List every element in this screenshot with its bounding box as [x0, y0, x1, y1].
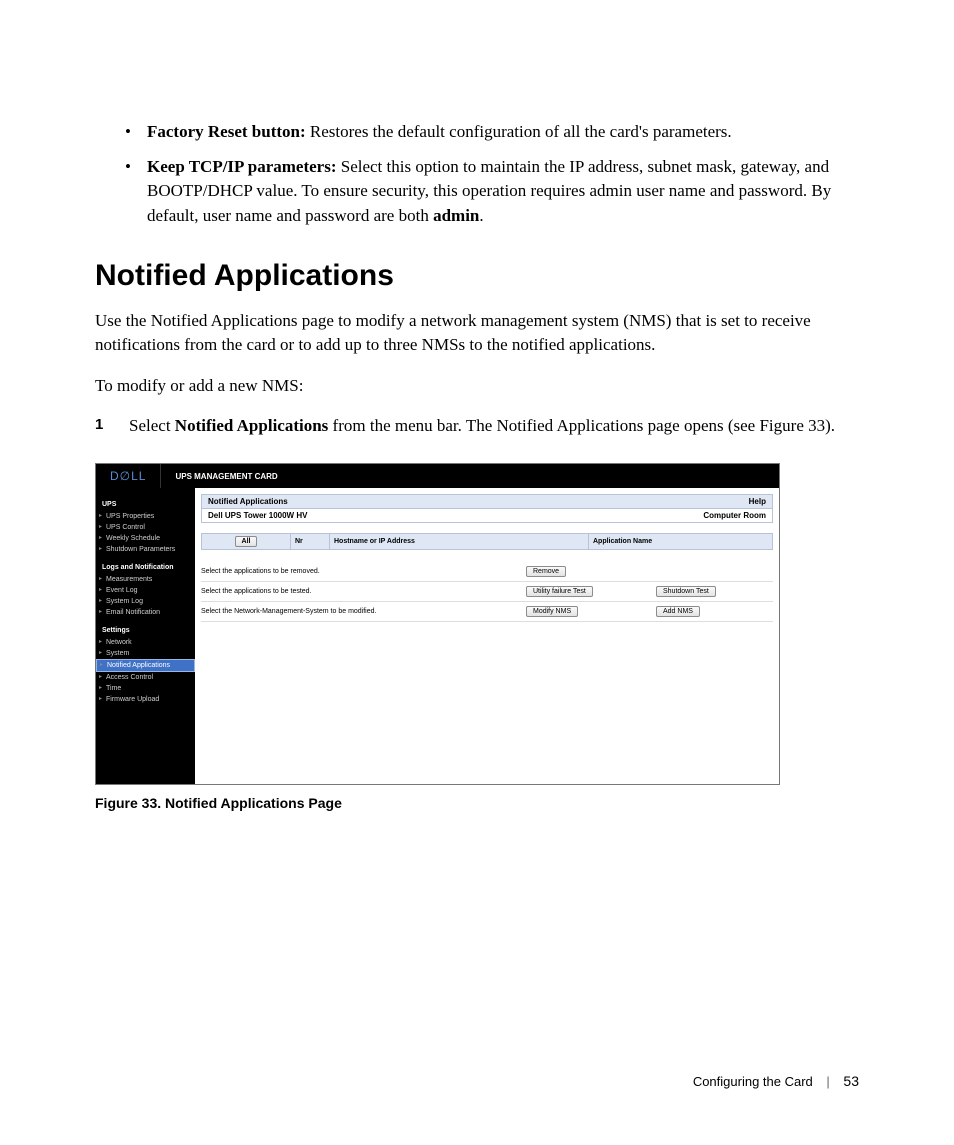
footer-chapter: Configuring the Card	[693, 1074, 813, 1089]
col-app-name: Application Name	[589, 534, 773, 550]
footer-separator: |	[826, 1074, 829, 1089]
sidebar-item-notified-applications[interactable]: Notified Applications	[96, 659, 195, 672]
page-footer: Configuring the Card | 53	[693, 1073, 859, 1089]
action-label: Select the applications to be removed.	[201, 568, 526, 575]
sidebar-item-time[interactable]: Time	[96, 683, 195, 694]
applications-table: All Nr Hostname or IP Address Applicatio…	[201, 533, 773, 550]
bullet-tail-bold: admin	[433, 206, 479, 225]
section-heading: Notified Applications	[95, 259, 859, 293]
step-number: 1	[95, 414, 129, 439]
sidebar-item-firmware-upload[interactable]: Firmware Upload	[96, 694, 195, 705]
action-row-test: Select the applications to be tested. Ut…	[201, 582, 773, 602]
panel-header: Notified Applications Help	[201, 494, 773, 509]
panel-subheader: Dell UPS Tower 1000W HV Computer Room	[201, 509, 773, 523]
help-link[interactable]: Help	[749, 497, 766, 506]
shutdown-test-button[interactable]: Shutdown Test	[656, 586, 716, 597]
figure-caption: Figure 33. Notified Applications Page	[95, 795, 859, 811]
sidebar-item-system-log[interactable]: System Log	[96, 596, 195, 607]
bullet-tail: .	[479, 206, 483, 225]
footer-page-number: 53	[843, 1073, 859, 1089]
modify-nms-button[interactable]: Modify NMS	[526, 606, 578, 617]
bullet-factory-reset: Factory Reset button: Restores the defau…	[125, 120, 859, 145]
sidebar-item-ups-properties[interactable]: UPS Properties	[96, 511, 195, 522]
sidebar-item-email-notification[interactable]: Email Notification	[96, 607, 195, 618]
sidebar-item-ups-control[interactable]: UPS Control	[96, 522, 195, 533]
sidebar-item-system[interactable]: System	[96, 648, 195, 659]
panel-title: Notified Applications	[208, 497, 288, 506]
action-label: Select the applications to be tested.	[201, 588, 526, 595]
dell-logo: D∅LL	[96, 464, 161, 488]
step-1: 1 Select Notified Applications from the …	[95, 414, 859, 439]
col-nr: Nr	[291, 534, 330, 550]
col-all: All	[202, 534, 291, 550]
sidebar-group-ups: UPS	[96, 498, 195, 511]
screenshot-notified-applications: D∅LL UPS MANAGEMENT CARD UPS UPS Propert…	[95, 463, 780, 785]
action-row-nms: Select the Network-Management-System to …	[201, 602, 773, 622]
intro-paragraph: Use the Notified Applications page to mo…	[95, 309, 859, 358]
app-top-bar: D∅LL UPS MANAGEMENT CARD	[96, 464, 779, 488]
content-panel: Notified Applications Help Dell UPS Towe…	[195, 488, 779, 784]
lead-paragraph: To modify or add a new NMS:	[95, 374, 859, 399]
all-button[interactable]: All	[235, 536, 258, 547]
sidebar-group-logs: Logs and Notification	[96, 561, 195, 574]
device-location: Computer Room	[703, 511, 766, 520]
col-hostname: Hostname or IP Address	[330, 534, 589, 550]
remove-button[interactable]: Remove	[526, 566, 566, 577]
bullet-text: Restores the default configuration of al…	[306, 122, 732, 141]
sidebar-item-event-log[interactable]: Event Log	[96, 585, 195, 596]
utility-failure-test-button[interactable]: Utility failure Test	[526, 586, 593, 597]
action-label: Select the Network-Management-System to …	[201, 608, 526, 615]
sidebar-item-network[interactable]: Network	[96, 637, 195, 648]
bullet-keep-tcpip: Keep TCP/IP parameters: Select this opti…	[125, 155, 859, 229]
bullet-label: Keep TCP/IP parameters:	[147, 157, 336, 176]
sidebar-item-shutdown-parameters[interactable]: Shutdown Parameters	[96, 544, 195, 555]
bullet-label: Factory Reset button:	[147, 122, 306, 141]
device-name: Dell UPS Tower 1000W HV	[208, 511, 307, 520]
sidebar-group-settings: Settings	[96, 624, 195, 637]
sidebar-item-measurements[interactable]: Measurements	[96, 574, 195, 585]
sidebar-item-weekly-schedule[interactable]: Weekly Schedule	[96, 533, 195, 544]
action-row-remove: Select the applications to be removed. R…	[201, 562, 773, 582]
sidebar-nav: UPS UPS Properties UPS Control Weekly Sc…	[96, 488, 195, 784]
add-nms-button[interactable]: Add NMS	[656, 606, 700, 617]
app-title: UPS MANAGEMENT CARD	[161, 472, 277, 481]
sidebar-item-access-control[interactable]: Access Control	[96, 672, 195, 683]
step-text: Select Notified Applications from the me…	[129, 414, 835, 439]
